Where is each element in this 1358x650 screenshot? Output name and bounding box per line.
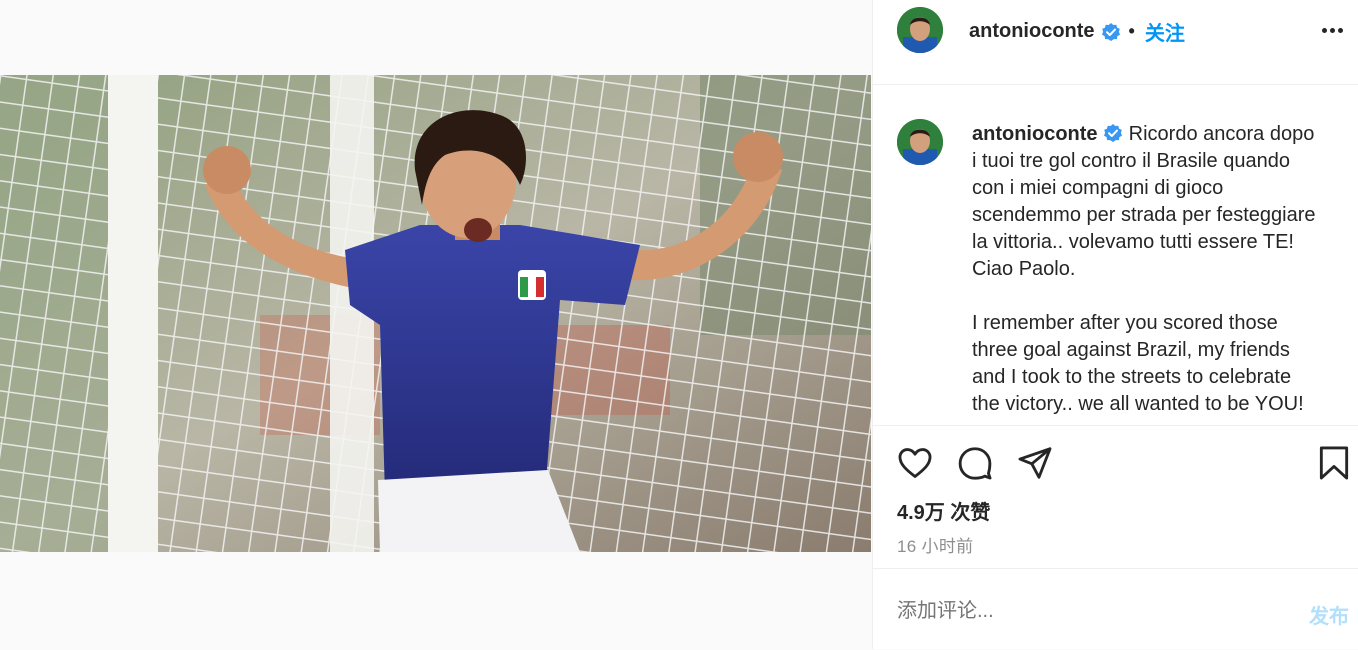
caption-line: antonioconte Ricordo ancora dopo xyxy=(972,121,1332,148)
username[interactable]: antonioconte xyxy=(969,20,1095,43)
caption-line: three goal against Brazil, my friends xyxy=(972,339,1290,361)
comment-input[interactable] xyxy=(897,597,1277,625)
bookmark-icon[interactable] xyxy=(1315,444,1353,482)
more-options-icon[interactable] xyxy=(1317,18,1347,42)
caption-line: i tuoi tre gol contro il Brasile quando xyxy=(972,150,1290,172)
verified-badge-icon xyxy=(1101,22,1121,42)
caption-line: la vittoria.. volevamo tutti essere TE! xyxy=(972,231,1294,253)
likes-count[interactable]: 4.9万 次赞 xyxy=(897,496,990,525)
caption-line: scendemmo per strada per festeggiare xyxy=(972,204,1316,226)
caption-text: Ricordo ancora dopo xyxy=(1128,123,1315,145)
post-caption: antonioconte Ricordo ancora dopo i tuoi … xyxy=(972,121,1332,418)
caption-area: antonioconte Ricordo ancora dopo i tuoi … xyxy=(873,85,1358,426)
post-photo[interactable] xyxy=(0,75,871,552)
heart-icon[interactable] xyxy=(896,444,934,482)
caption-avatar[interactable] xyxy=(897,119,943,165)
caption-line: Ciao Paolo. xyxy=(972,258,1076,280)
user-avatar[interactable] xyxy=(897,7,943,53)
action-bar xyxy=(873,426,1358,486)
follow-button[interactable]: 关注 xyxy=(1145,17,1185,46)
caption-line: the victory.. we all wanted to be YOU! xyxy=(972,393,1304,415)
post-header: antonioconte • 关注 xyxy=(873,0,1358,85)
post-timestamp[interactable]: 16 小时前 xyxy=(897,532,973,557)
post-comment-button[interactable]: 发布 xyxy=(1309,600,1349,629)
separator-dot: • xyxy=(1128,21,1135,41)
verified-badge-icon xyxy=(1103,123,1123,143)
caption-gap xyxy=(972,283,1332,310)
caption-username[interactable]: antonioconte xyxy=(972,123,1098,145)
comment-bar: 发布 xyxy=(873,568,1358,650)
media-area xyxy=(0,0,872,649)
caption-line: I remember after you scored those xyxy=(972,312,1278,334)
comment-icon[interactable] xyxy=(956,444,994,482)
caption-line: and I took to the streets to celebrate xyxy=(972,366,1292,388)
post-panel: antonioconte • 关注 antonioconte Ricordo a… xyxy=(872,0,1358,649)
header-user-row: antonioconte • 关注 xyxy=(969,17,1185,46)
share-icon[interactable] xyxy=(1016,444,1054,482)
caption-line: con i miei compagni di gioco xyxy=(972,177,1224,199)
